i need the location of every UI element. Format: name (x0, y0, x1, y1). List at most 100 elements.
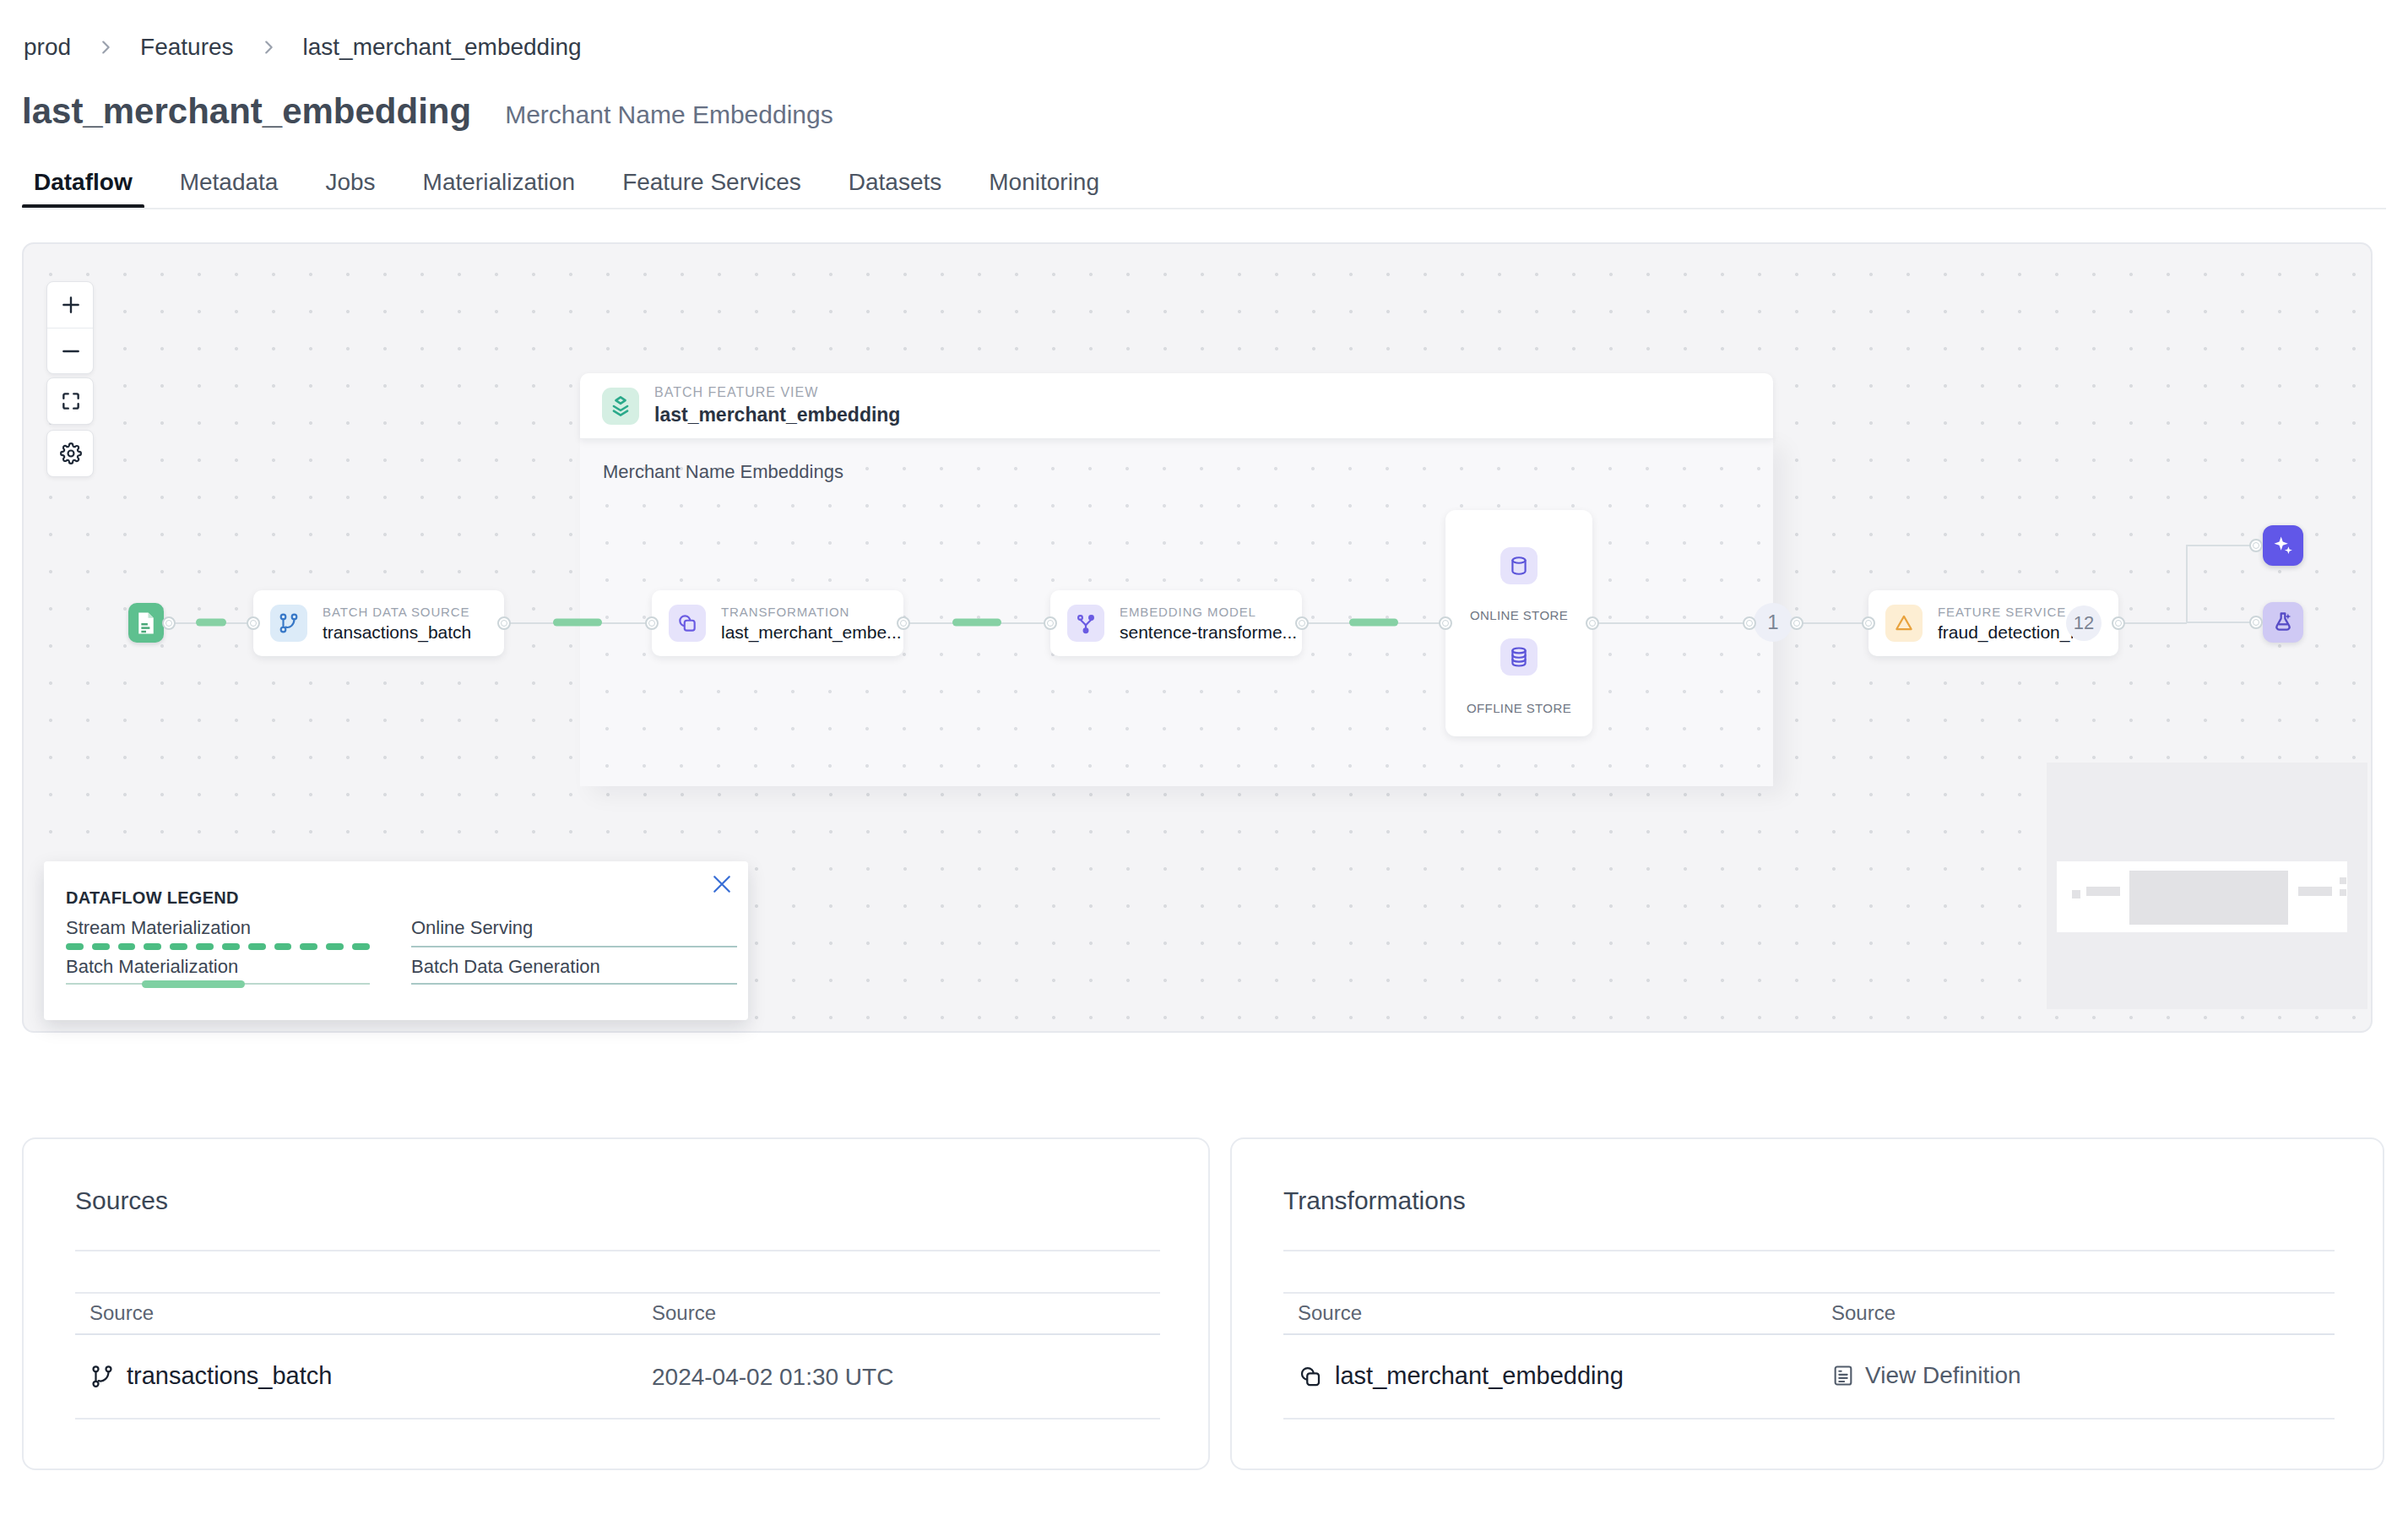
node-feature-service[interactable]: FEATURE SERVICE fraud_detection_feat... … (1868, 590, 2118, 656)
model-icon (1067, 605, 1104, 642)
breadcrumb: prod Features last_merchant_embedding (24, 34, 582, 61)
batch-materialization-flow (952, 619, 1001, 627)
gear-icon[interactable] (47, 431, 94, 476)
batch-data-generation-line (411, 983, 737, 985)
legend-item-label: Batch Materialization (66, 956, 238, 978)
store-card[interactable]: ONLINE STORE OFFLINE STORE (1445, 510, 1592, 736)
flask-icon (2271, 611, 2295, 634)
join-count-badge: 1 (1754, 603, 1792, 642)
node-type: EMBEDDING MODEL (1120, 605, 1297, 619)
page-subtitle: Merchant Name Embeddings (505, 100, 833, 129)
feature-view-card-header[interactable]: BATCH FEATURE VIEW last_merchant_embeddi… (580, 373, 1773, 439)
dataflow-legend: DATAFLOW LEGEND Stream Materialization O… (44, 861, 748, 1020)
node-name: last_merchant_embe... (721, 622, 902, 643)
column-header: Source (1831, 1301, 1895, 1325)
offline-retrieval-node[interactable] (2263, 602, 2303, 643)
transformation-icon (669, 605, 706, 642)
feature-service-icon (1885, 605, 1923, 642)
serving-endpoint-node[interactable] (2263, 525, 2303, 566)
port (1790, 616, 1803, 630)
legend-item-label: Batch Data Generation (411, 956, 600, 978)
stream-materialization-line (66, 943, 370, 950)
column-header: Source (89, 1301, 154, 1325)
port (162, 616, 176, 630)
view-definition-link[interactable]: View Definition (1831, 1362, 2021, 1389)
port (1295, 616, 1309, 630)
online-serving-line (411, 946, 737, 947)
tab-datasets[interactable]: Datasets (837, 159, 954, 206)
feature-view-type: BATCH FEATURE VIEW (654, 385, 900, 400)
tab-monitoring[interactable]: Monitoring (977, 159, 1111, 206)
port (1862, 616, 1875, 630)
offline-store-icon (1500, 638, 1538, 676)
feature-count-badge: 12 (2066, 605, 2102, 641)
online-store-label: ONLINE STORE (1445, 608, 1592, 622)
definition-icon (1831, 1364, 1855, 1387)
port (1586, 616, 1599, 630)
port (645, 616, 659, 630)
transformation-icon (1298, 1364, 1323, 1389)
edge (2186, 545, 2256, 546)
batch-materialization-flow (553, 619, 602, 627)
edge (1797, 622, 1868, 624)
transformation-row-name[interactable]: last_merchant_embedding (1298, 1362, 1624, 1390)
port (2112, 616, 2125, 630)
port (1743, 616, 1756, 630)
tab-bar: Dataflow Metadata Jobs Materialization F… (22, 159, 1111, 206)
edge (2186, 622, 2256, 623)
breadcrumb-current: last_merchant_embedding (303, 34, 582, 61)
port (897, 616, 910, 630)
page-title: last_merchant_embedding (22, 91, 471, 132)
tab-dataflow[interactable]: Dataflow (22, 159, 144, 206)
tab-metadata[interactable]: Metadata (168, 159, 290, 206)
zoom-controls (46, 281, 94, 374)
node-transformation[interactable]: TRANSFORMATION last_merchant_embe... (652, 590, 903, 656)
offline-store-label: OFFLINE STORE (1445, 701, 1592, 715)
batch-materialization-line (66, 983, 370, 985)
breadcrumb-features[interactable]: Features (140, 34, 234, 61)
raw-data-node[interactable] (128, 603, 164, 643)
zoom-in-button[interactable] (47, 282, 94, 328)
chevron-right-icon (96, 38, 115, 57)
chevron-right-icon (259, 38, 278, 57)
git-branch-icon (89, 1364, 115, 1389)
minimap[interactable] (2047, 763, 2367, 1009)
node-embedding-model[interactable]: EMBEDDING MODEL sentence-transforme... (1050, 590, 1302, 656)
port (1044, 616, 1057, 630)
node-name: sentence-transforme... (1120, 622, 1297, 643)
legend-title: DATAFLOW LEGEND (66, 888, 239, 908)
sparkles-icon (2271, 534, 2295, 557)
feature-view-name: last_merchant_embedding (654, 404, 900, 426)
legend-item-label: Online Serving (411, 917, 533, 939)
node-batch-data-source[interactable]: BATCH DATA SOURCE transactions_batch (253, 590, 504, 656)
tab-feature-services[interactable]: Feature Services (610, 159, 813, 206)
settings-control (46, 430, 94, 477)
node-type: TRANSFORMATION (721, 605, 902, 619)
node-name: fraud_detection_feat... (1938, 622, 2073, 643)
transformations-title: Transformations (1283, 1186, 1466, 1215)
column-header: Source (652, 1301, 716, 1325)
close-icon[interactable] (709, 871, 735, 897)
feature-view-description: Merchant Name Embeddings (603, 461, 843, 483)
port (497, 616, 511, 630)
port (2249, 616, 2263, 629)
node-type: FEATURE SERVICE (1938, 605, 2073, 619)
edge (2186, 546, 2188, 623)
online-store-icon (1500, 547, 1538, 584)
fit-view-control (46, 377, 94, 425)
transformations-panel: Transformations Source Source last_merch… (1230, 1137, 2384, 1470)
tabs-divider (22, 208, 2386, 209)
batch-materialization-flow (196, 619, 226, 627)
tab-jobs[interactable]: Jobs (313, 159, 387, 206)
git-branch-icon (270, 605, 307, 642)
node-name: transactions_batch (323, 622, 471, 643)
feature-page: prod Features last_merchant_embedding la… (0, 0, 2408, 1520)
port (1439, 616, 1452, 630)
breadcrumb-workspace[interactable]: prod (24, 34, 71, 61)
port (247, 616, 260, 630)
legend-item-label: Stream Materialization (66, 917, 251, 939)
fullscreen-button[interactable] (47, 378, 94, 424)
source-row-name[interactable]: transactions_batch (89, 1362, 332, 1390)
zoom-out-button[interactable] (47, 328, 94, 373)
tab-materialization[interactable]: Materialization (411, 159, 588, 206)
